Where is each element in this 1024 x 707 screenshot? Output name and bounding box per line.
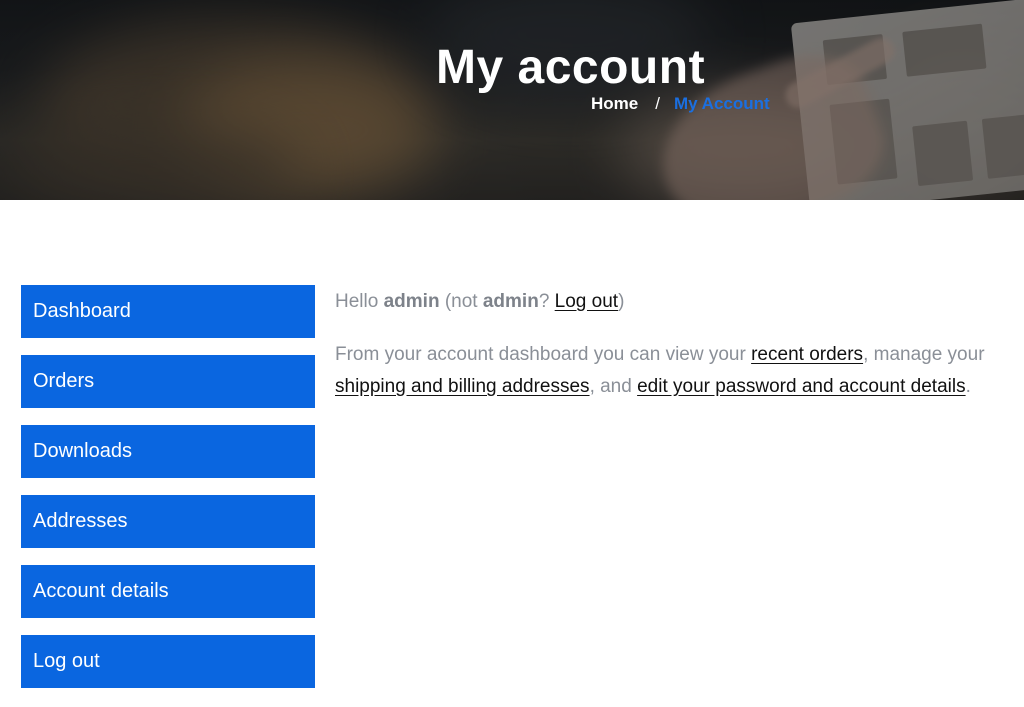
greeting-paragraph: Hello admin (not admin? Log out) <box>335 286 1007 318</box>
greeting-hello: Hello <box>335 291 379 312</box>
nav-item-addresses[interactable]: Addresses <box>21 495 315 548</box>
breadcrumb: Home / My Account <box>591 94 770 114</box>
intro-paragraph: From your account dashboard you can view… <box>335 339 1007 403</box>
account-dashboard-content: Hello admin (not admin? Log out) From yo… <box>335 286 1007 424</box>
greeting-username: admin <box>383 291 440 312</box>
greeting-logout-link[interactable]: Log out <box>555 291 618 312</box>
greeting-question-mark: ? <box>538 291 550 312</box>
breadcrumb-home-link[interactable]: Home <box>591 94 638 113</box>
page-hero-banner: My account Home / My Account <box>0 0 1024 200</box>
nav-item-downloads[interactable]: Downloads <box>21 425 315 478</box>
greeting-close-paren: ) <box>618 291 625 312</box>
nav-item-dashboard[interactable]: Dashboard <box>21 285 315 338</box>
nav-item-orders[interactable]: Orders <box>21 355 315 408</box>
intro-text-3: , and <box>589 376 632 397</box>
intro-text-2: , manage your <box>863 344 985 365</box>
greeting-not-username: admin <box>482 291 539 312</box>
greeting-not-prefix: (not <box>444 291 478 312</box>
intro-text-4: . <box>965 376 971 397</box>
breadcrumb-current: My Account <box>673 94 770 113</box>
hero-dark-overlay <box>0 0 1024 200</box>
account-navigation: Dashboard Orders Downloads Addresses Acc… <box>21 285 315 705</box>
breadcrumb-separator: / <box>655 94 660 113</box>
intro-text-1: From your account dashboard you can view… <box>335 344 746 365</box>
addresses-link[interactable]: shipping and billing addresses <box>335 376 590 397</box>
nav-item-account-details[interactable]: Account details <box>21 565 315 618</box>
edit-account-link[interactable]: edit your password and account details <box>637 376 965 397</box>
recent-orders-link[interactable]: recent orders <box>751 344 863 365</box>
page-title: My account <box>436 41 706 95</box>
nav-item-log-out[interactable]: Log out <box>21 635 315 688</box>
